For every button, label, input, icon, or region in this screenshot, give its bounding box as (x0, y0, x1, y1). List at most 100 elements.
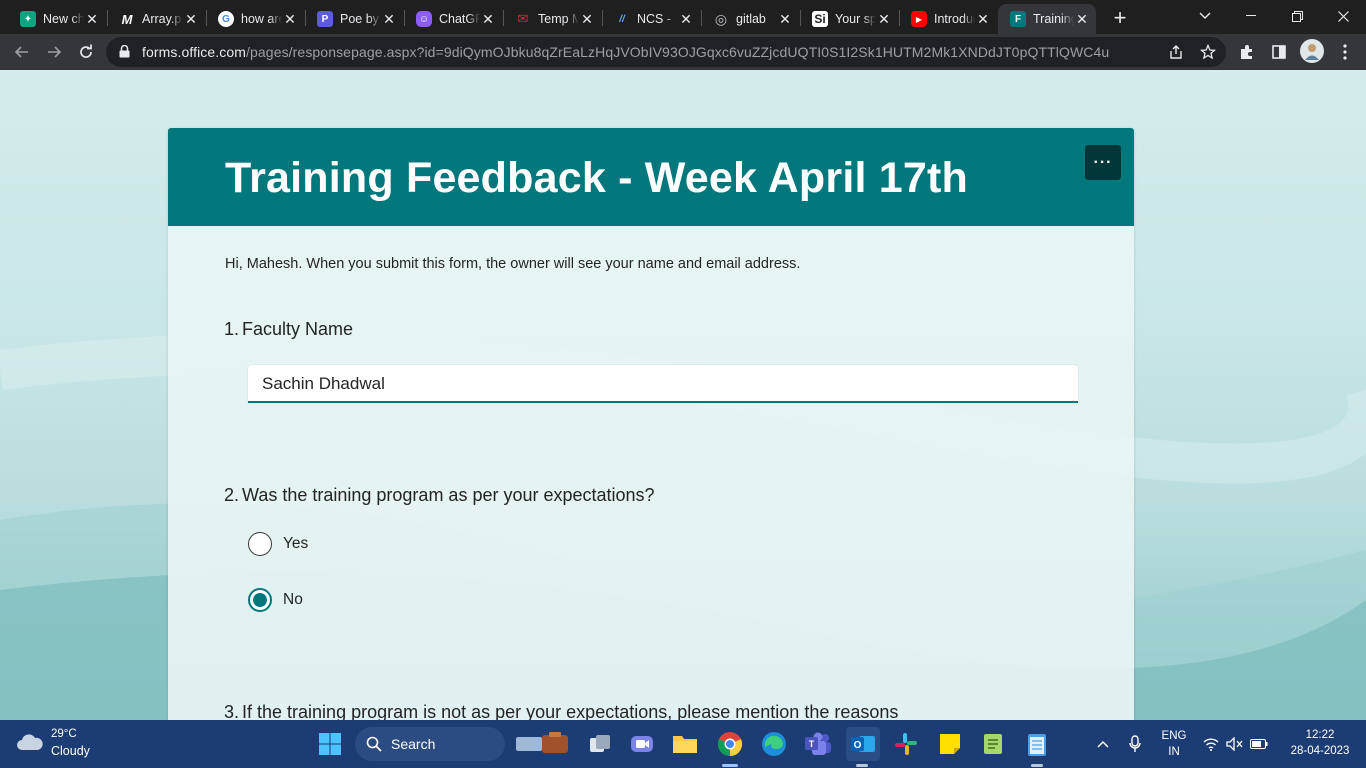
close-tab-icon[interactable]: ✕ (84, 11, 100, 27)
radio-no-selected[interactable] (248, 588, 272, 612)
chrome-icon[interactable] (715, 729, 745, 759)
close-tab-icon[interactable]: ✕ (975, 11, 991, 27)
open-app-indicator (856, 764, 868, 767)
browser-menu-button[interactable] (1331, 38, 1359, 66)
windows-taskbar: 29°C Cloudy Search T O ENG IN 12:22 28-0… (0, 720, 1366, 768)
form-title: Training Feedback - Week April 17th (225, 154, 968, 202)
microsoft-teams-icon[interactable]: T (803, 729, 833, 759)
slack-icon[interactable] (891, 729, 921, 759)
sticky-notes-icon[interactable] (935, 729, 965, 759)
reload-button[interactable] (72, 38, 100, 66)
task-view-icon[interactable] (585, 729, 615, 759)
option-yes[interactable]: Yes (248, 531, 308, 557)
lock-icon (119, 45, 130, 58)
outlook-icon[interactable]: O (846, 727, 880, 761)
microphone-icon[interactable] (1122, 729, 1148, 759)
new-tab-button[interactable]: + (1108, 5, 1132, 30)
edge-icon[interactable] (759, 729, 789, 759)
widgets-news-icon[interactable] (512, 729, 572, 759)
more-options-button[interactable]: ··· (1085, 145, 1121, 180)
tab-temp-mail[interactable]: ✉ Temp Mail ✕ (503, 4, 601, 34)
url-text: forms.office.com/pages/responsepage.aspx… (142, 44, 1109, 60)
close-tab-icon[interactable]: ✕ (579, 11, 595, 27)
chat-bot-icon: ☺ (416, 11, 432, 27)
identity-notice: Hi, Mahesh. When you submit this form, t… (225, 256, 801, 272)
close-window-button[interactable] (1320, 0, 1366, 32)
cloud-weather-icon[interactable] (16, 733, 44, 751)
close-tab-icon[interactable]: ✕ (1074, 11, 1090, 27)
teams-chat-icon[interactable] (627, 729, 657, 759)
address-bar[interactable]: forms.office.com/pages/responsepage.aspx… (106, 37, 1226, 67)
weather-condition[interactable]: Cloudy (51, 744, 90, 758)
tab-title: how are (241, 12, 282, 26)
forms-icon: F (1010, 11, 1026, 27)
close-tab-icon[interactable]: ✕ (678, 11, 694, 27)
question-text: If the training program is not as per yo… (242, 702, 899, 720)
tab-search-icon[interactable] (1182, 0, 1228, 32)
mail-icon: ✉ (517, 11, 529, 26)
battery-icon[interactable] (1246, 729, 1272, 759)
tab-google[interactable]: G how are ✕ (206, 4, 304, 34)
close-tab-icon[interactable]: ✕ (777, 11, 793, 27)
bookmark-star-icon[interactable] (1200, 44, 1216, 60)
tab-chatgpt[interactable]: ✦ New chat ✕ (8, 4, 106, 34)
tab-youtube[interactable]: ▶ Introduction ✕ (899, 4, 997, 34)
profile-avatar[interactable] (1300, 39, 1324, 63)
weather-temperature[interactable]: 29°C (51, 728, 77, 740)
side-panel-icon (1272, 45, 1286, 59)
form-card: Training Feedback - Week April 17th ··· … (168, 128, 1134, 720)
language-code[interactable]: ENG (1160, 730, 1188, 742)
clock-time[interactable]: 12:22 (1280, 729, 1360, 741)
radio-yes[interactable] (248, 532, 272, 556)
extensions-button[interactable] (1233, 38, 1261, 66)
globe-icon: ◎ (714, 10, 728, 27)
close-tab-icon[interactable]: ✕ (480, 11, 496, 27)
close-tab-icon[interactable]: ✕ (381, 11, 397, 27)
tab-title: Poe by Quora (340, 12, 381, 26)
taskbar-search[interactable]: Search (355, 727, 505, 761)
forward-arrow-icon (48, 46, 62, 58)
faculty-name-input[interactable]: Sachin Dhadwal (248, 365, 1078, 403)
back-button[interactable] (8, 38, 36, 66)
close-tab-icon[interactable]: ✕ (876, 11, 892, 27)
windows-logo-icon (319, 733, 341, 755)
tab-title: Your space (835, 12, 876, 26)
notepad-plus-icon[interactable] (978, 729, 1008, 759)
language-region[interactable]: IN (1160, 746, 1188, 758)
option-no[interactable]: No (248, 587, 303, 613)
question-3: 3. If the training program is not as per … (224, 702, 898, 720)
chatgpt-icon: ✦ (20, 11, 36, 27)
share-icon[interactable] (1168, 44, 1184, 60)
notepad-icon[interactable] (1022, 729, 1052, 759)
tab-gitlab[interactable]: ◎ gitlab ✕ (701, 4, 799, 34)
search-label: Search (391, 736, 436, 752)
question-2: 2. Was the training program as per your e… (224, 485, 655, 506)
question-number: 3. (224, 702, 240, 720)
tab-array[interactable]: M Array.prototype ✕ (107, 4, 205, 34)
minimize-button[interactable] (1228, 0, 1274, 32)
browser-toolbar: forms.office.com/pages/responsepage.aspx… (0, 34, 1366, 70)
forward-button[interactable] (40, 38, 68, 66)
youtube-icon: ▶ (911, 11, 927, 27)
chevron-up-icon[interactable] (1090, 729, 1116, 759)
tab-your-space[interactable]: Si Your space ✕ (800, 4, 898, 34)
tab-title: NCS - (637, 12, 672, 26)
tab-chatgpt-2[interactable]: ☺ ChatGPT ✕ (404, 4, 502, 34)
tab-training-active[interactable]: F Training ✕ (998, 4, 1096, 34)
tab-poe[interactable]: P Poe by Quora ✕ (305, 4, 403, 34)
close-tab-icon[interactable]: ✕ (183, 11, 199, 27)
side-panel-button[interactable] (1265, 38, 1293, 66)
clock-date[interactable]: 28-04-2023 (1280, 745, 1360, 757)
active-app-indicator (722, 764, 738, 767)
tab-ncs[interactable]: // NCS - ✕ (602, 4, 700, 34)
forms-page: Training Feedback - Week April 17th ··· … (0, 70, 1366, 720)
poe-icon: P (317, 11, 333, 27)
start-button[interactable] (315, 729, 345, 759)
close-tab-icon[interactable]: ✕ (282, 11, 298, 27)
volume-muted-icon[interactable] (1222, 729, 1248, 759)
restore-button[interactable] (1274, 0, 1320, 32)
tab-title: Training (1033, 12, 1074, 26)
wifi-icon[interactable] (1198, 729, 1224, 759)
svg-text:O: O (854, 740, 862, 751)
file-explorer-icon[interactable] (670, 729, 700, 759)
